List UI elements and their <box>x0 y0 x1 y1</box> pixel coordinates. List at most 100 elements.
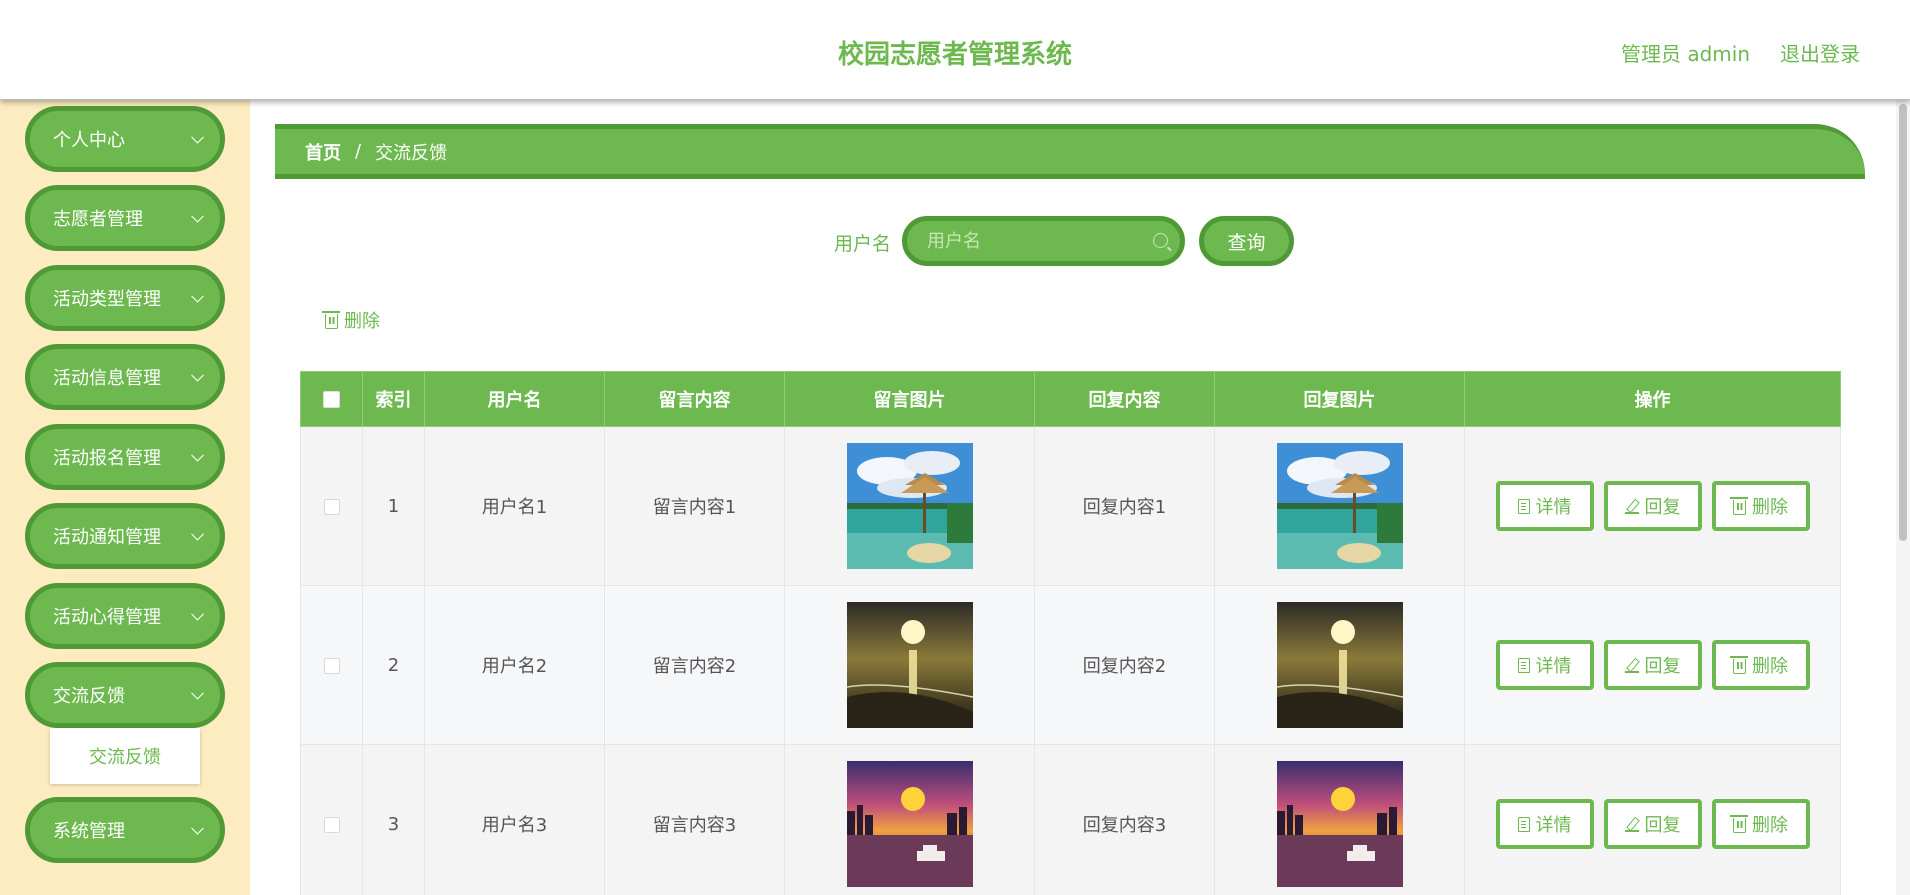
reply-button[interactable]: 回复 <box>1603 640 1702 690</box>
row-checkbox[interactable] <box>323 816 340 833</box>
username-search-input[interactable] <box>907 221 1180 261</box>
search-box <box>902 216 1185 266</box>
current-user[interactable]: 管理员 admin <box>1621 38 1750 67</box>
delete-button[interactable]: 删除 <box>1711 799 1810 849</box>
cell-reply: 回复内容3 <box>1034 744 1215 895</box>
delete-button[interactable]: 删除 <box>1711 640 1810 690</box>
edit-icon <box>1624 658 1639 673</box>
chevron-down-icon <box>191 821 204 835</box>
top-header: 校园志愿者管理系统 管理员 admin 退出登录 <box>0 0 1910 100</box>
sidebar-item-activity-types[interactable]: 活动类型管理 <box>25 265 225 331</box>
bulk-delete-button[interactable]: 删除 <box>322 307 380 333</box>
trash-icon <box>1730 656 1748 674</box>
logout-link[interactable]: 退出登录 <box>1780 38 1860 67</box>
chevron-down-icon <box>191 130 204 144</box>
reply-image-sunset-sea[interactable] <box>1276 602 1403 728</box>
row-actions: 详情 回复 删除 <box>1465 799 1840 849</box>
chevron-down-icon <box>191 289 204 303</box>
reply-image-beach-hut[interactable] <box>1276 443 1403 569</box>
breadcrumb-home[interactable]: 首页 <box>305 139 341 165</box>
column-header: 回复内容 <box>1034 371 1215 427</box>
select-all-cell <box>300 371 363 427</box>
bulk-delete-label: 删除 <box>344 311 380 332</box>
breadcrumb-current: 交流反馈 <box>375 142 448 164</box>
trash-icon <box>1730 497 1748 515</box>
sidebar-item-activity-info[interactable]: 活动信息管理 <box>25 344 225 410</box>
reply-button[interactable]: 回复 <box>1603 481 1702 531</box>
submenu-item-feedback[interactable]: 交流反馈 <box>50 728 200 784</box>
reply-image-city-sunset[interactable] <box>1276 761 1403 887</box>
table-row: 1 用户名1 留言内容1 回复内容1 详情 回复 删除 <box>300 426 1841 586</box>
table-row: 3 用户名3 留言内容3 回复内容3 详情 回复 删除 <box>300 744 1841 895</box>
column-header: 操作 <box>1464 371 1841 427</box>
chevron-down-icon <box>191 368 204 382</box>
search-icon <box>1153 233 1168 248</box>
detail-label: 详情 <box>1535 656 1572 677</box>
row-checkbox[interactable] <box>323 498 340 515</box>
cell-index: 1 <box>362 426 425 586</box>
breadcrumb-separator: / <box>355 141 362 162</box>
sidebar-item-label: 个人中心 <box>53 130 125 151</box>
chevron-down-icon <box>191 448 204 462</box>
cell-index: 3 <box>362 744 425 895</box>
chevron-down-icon <box>191 527 204 541</box>
document-icon <box>1517 657 1530 673</box>
message-image-beach-hut[interactable] <box>846 443 973 569</box>
sidebar-item-personal-center[interactable]: 个人中心 <box>25 106 225 172</box>
reply-label: 回复 <box>1644 815 1681 836</box>
detail-button[interactable]: 详情 <box>1495 481 1594 531</box>
cell-message: 留言内容3 <box>604 744 785 895</box>
cell-message: 留言内容2 <box>604 585 785 745</box>
message-image-city-sunset[interactable] <box>846 761 973 887</box>
sidebar-item-volunteers[interactable]: 志愿者管理 <box>25 185 225 251</box>
document-icon <box>1517 498 1530 514</box>
column-header: 回复图片 <box>1214 371 1465 427</box>
table-header-row: 索引 用户名 留言内容 留言图片 回复内容 回复图片 操作 <box>300 371 1841 427</box>
row-actions: 详情 回复 删除 <box>1465 481 1840 531</box>
delete-label: 删除 <box>1752 497 1788 518</box>
sidebar: 个人中心 志愿者管理 活动类型管理 活动信息管理 活动报名管理 活动通知管理 活… <box>0 100 250 895</box>
detail-label: 详情 <box>1535 815 1572 836</box>
delete-button[interactable]: 删除 <box>1711 481 1810 531</box>
cell-index: 2 <box>362 585 425 745</box>
document-icon <box>1517 816 1530 832</box>
trash-icon <box>322 311 340 329</box>
cell-username: 用户名1 <box>424 426 605 586</box>
reply-button[interactable]: 回复 <box>1603 799 1702 849</box>
feedback-table: 索引 用户名 留言内容 留言图片 回复内容 回复图片 操作 1 用户名1 留言内… <box>300 371 1841 895</box>
query-button[interactable]: 查询 <box>1199 216 1294 266</box>
edit-icon <box>1624 499 1639 514</box>
select-all-checkbox[interactable] <box>323 391 340 408</box>
cell-username: 用户名3 <box>424 744 605 895</box>
trash-icon <box>1730 815 1748 833</box>
column-header: 索引 <box>362 371 425 427</box>
cell-reply: 回复内容1 <box>1034 426 1215 586</box>
sidebar-item-activity-notices[interactable]: 活动通知管理 <box>25 503 225 569</box>
delete-label: 删除 <box>1752 656 1788 677</box>
sidebar-item-feedback[interactable]: 交流反馈 <box>25 662 225 728</box>
search-label: 用户名 <box>834 233 892 255</box>
message-image-sunset-sea[interactable] <box>846 602 973 728</box>
edit-icon <box>1624 817 1639 832</box>
header-actions: 管理员 admin 退出登录 <box>1621 38 1860 67</box>
breadcrumb: 首页 / 交流反馈 <box>275 124 1865 179</box>
row-checkbox[interactable] <box>323 657 340 674</box>
detail-button[interactable]: 详情 <box>1495 799 1594 849</box>
sidebar-item-label: 志愿者管理 <box>53 209 143 230</box>
sidebar-item-system[interactable]: 系统管理 <box>25 797 225 863</box>
sidebar-item-activity-reflections[interactable]: 活动心得管理 <box>25 583 225 649</box>
column-header: 留言内容 <box>604 371 785 427</box>
sidebar-item-label: 系统管理 <box>53 821 125 842</box>
cell-reply: 回复内容2 <box>1034 585 1215 745</box>
chevron-down-icon <box>191 607 204 621</box>
detail-button[interactable]: 详情 <box>1495 640 1594 690</box>
sidebar-item-label: 活动报名管理 <box>53 448 161 469</box>
sidebar-item-label: 活动通知管理 <box>53 527 161 548</box>
row-actions: 详情 回复 删除 <box>1465 640 1840 690</box>
sidebar-item-label: 活动信息管理 <box>53 368 161 389</box>
sidebar-item-label: 交流反馈 <box>53 686 125 707</box>
scrollbar-thumb[interactable] <box>1899 104 1907 541</box>
delete-label: 删除 <box>1752 815 1788 836</box>
column-header: 留言图片 <box>784 371 1035 427</box>
sidebar-item-activity-signup[interactable]: 活动报名管理 <box>25 424 225 490</box>
